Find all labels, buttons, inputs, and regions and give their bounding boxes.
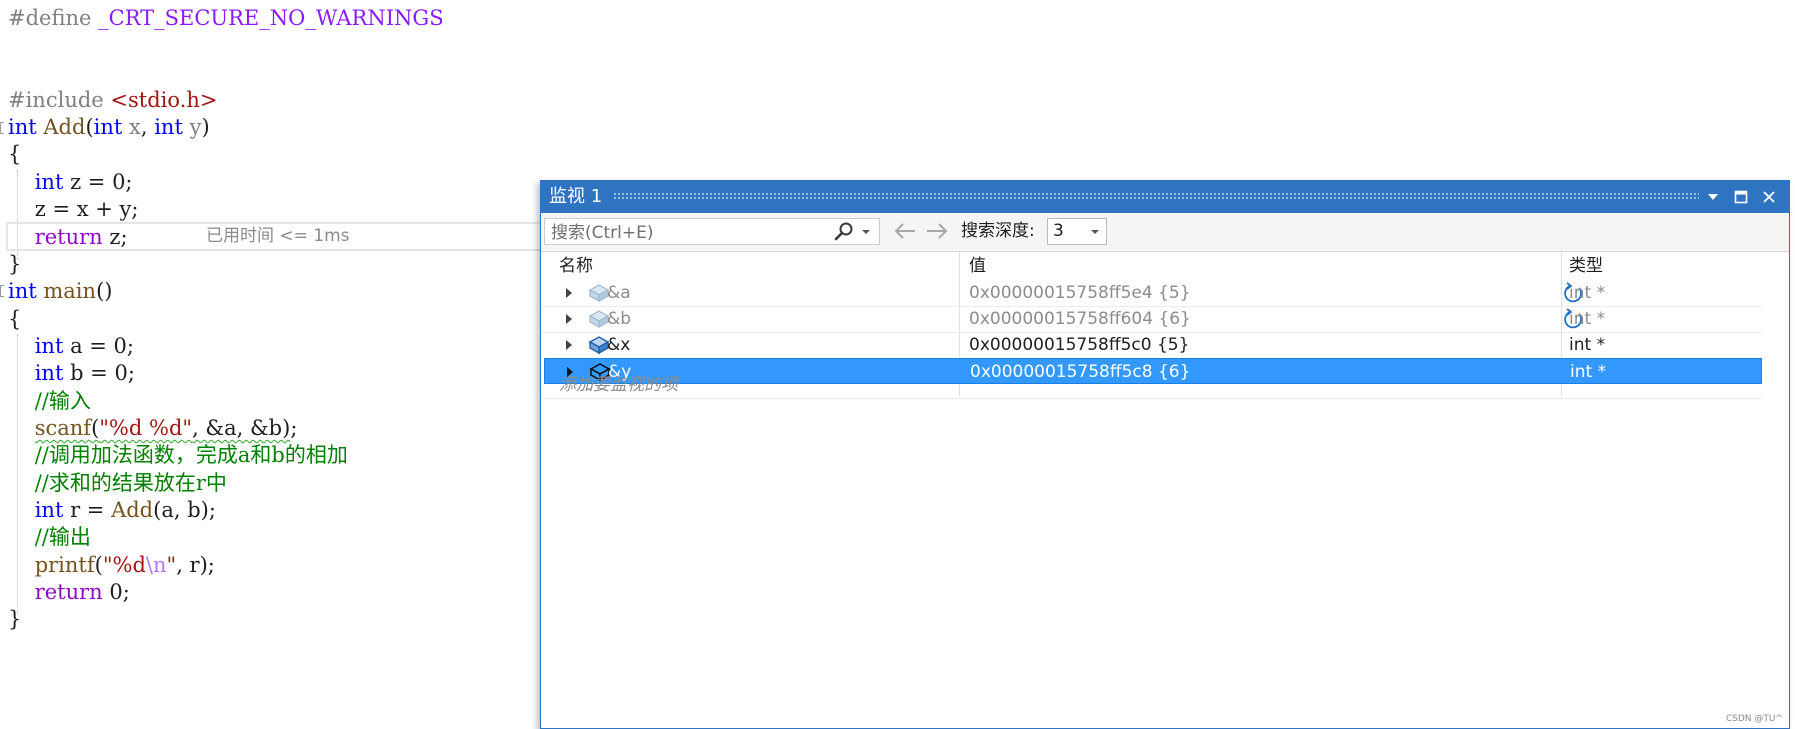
drag-grip[interactable] bbox=[613, 192, 1699, 201]
watch-title: 监视 1 bbox=[549, 186, 603, 207]
dropdown-menu-icon[interactable] bbox=[1701, 185, 1725, 209]
column-header-name[interactable]: 名称 bbox=[559, 252, 593, 280]
watch-value[interactable]: 0x00000015758ff5e4 {5} bbox=[969, 280, 1191, 306]
watch-grid[interactable]: 名称 值 类型 &a 0x00000015758ff5e4 {5} int * bbox=[541, 251, 1789, 728]
fold-marker[interactable] bbox=[0, 285, 4, 297]
watch-type[interactable]: int * bbox=[1570, 359, 1606, 385]
code-line-14: int b = 0; bbox=[34, 361, 135, 385]
search-icon[interactable] bbox=[833, 221, 855, 243]
expand-arrow-icon[interactable] bbox=[566, 288, 572, 298]
watch-value[interactable]: 0x00000015758ff604 {6} bbox=[969, 306, 1191, 332]
watch-type[interactable]: int * bbox=[1569, 280, 1605, 306]
watch-name[interactable]: &x bbox=[607, 332, 630, 358]
add-watch-item[interactable]: 添加要监视的项 bbox=[559, 373, 678, 397]
watch-value[interactable]: 0x00000015758ff5c8 {6} bbox=[970, 359, 1190, 385]
watch-toolbar: 搜索深度: 3 bbox=[541, 213, 1789, 249]
fold-marker[interactable] bbox=[0, 122, 4, 134]
search-depth-select[interactable]: 3 bbox=[1047, 218, 1107, 245]
row-divider bbox=[541, 398, 1762, 399]
code-line-22: return 0; bbox=[34, 580, 130, 604]
close-icon[interactable] bbox=[1757, 185, 1781, 209]
code-line-20: //输出 bbox=[34, 525, 91, 549]
watch-row[interactable]: &x 0x00000015758ff5c0 {5} int * bbox=[544, 332, 1762, 358]
column-header-value[interactable]: 值 bbox=[969, 252, 986, 280]
code-line-11: int main() bbox=[8, 279, 113, 303]
code-line-5: int Add(int x, int y) bbox=[8, 115, 210, 139]
watch-titlebar[interactable]: 监视 1 bbox=[541, 181, 1789, 213]
watch-row[interactable]: &b 0x00000015758ff604 {6} int * bbox=[544, 306, 1762, 332]
code-line-8: z = x + y; bbox=[8, 197, 139, 221]
chevron-down-icon[interactable] bbox=[1090, 228, 1100, 236]
back-arrow-icon[interactable] bbox=[893, 222, 917, 244]
watch-type[interactable]: int * bbox=[1569, 332, 1605, 358]
forward-arrow-icon[interactable] bbox=[925, 222, 949, 244]
perf-tip[interactable]: 已用时间 <= 1ms bbox=[206, 222, 350, 251]
column-header-type[interactable]: 类型 bbox=[1569, 252, 1603, 280]
search-depth-label: 搜索深度: bbox=[961, 221, 1035, 241]
watch-row-selected[interactable]: &y 0x00000015758ff5c8 {6} int * bbox=[544, 358, 1762, 384]
watch-name[interactable]: &b bbox=[607, 306, 631, 332]
watermark: CSDN @TU^ bbox=[1725, 714, 1783, 724]
watch-row[interactable]: &a 0x00000015758ff5e4 {5} int * bbox=[544, 280, 1762, 306]
code-line-23: } bbox=[8, 607, 22, 631]
search-box[interactable] bbox=[544, 218, 880, 246]
code-line-6: { bbox=[8, 142, 22, 166]
code-line-17: //调用加法函数，完成a和b的相加 bbox=[34, 443, 348, 467]
watch-type[interactable]: int * bbox=[1569, 306, 1605, 332]
search-input[interactable] bbox=[545, 219, 833, 246]
watch-value[interactable]: 0x00000015758ff5c0 {5} bbox=[969, 332, 1189, 358]
code-line-1: #define _CRT_SECURE_NO_WARNINGS bbox=[8, 6, 444, 30]
watch-window[interactable]: 监视 1 搜索深度: bbox=[540, 180, 1790, 729]
search-options[interactable] bbox=[833, 220, 873, 244]
expand-arrow-icon[interactable] bbox=[566, 340, 572, 350]
expand-arrow-icon[interactable] bbox=[566, 314, 572, 324]
watch-name[interactable]: &a bbox=[607, 280, 631, 306]
maximize-icon[interactable] bbox=[1729, 185, 1753, 209]
search-depth-value: 3 bbox=[1053, 221, 1064, 241]
chevron-down-icon[interactable] bbox=[861, 228, 871, 236]
code-line-9: return z; bbox=[34, 225, 128, 249]
